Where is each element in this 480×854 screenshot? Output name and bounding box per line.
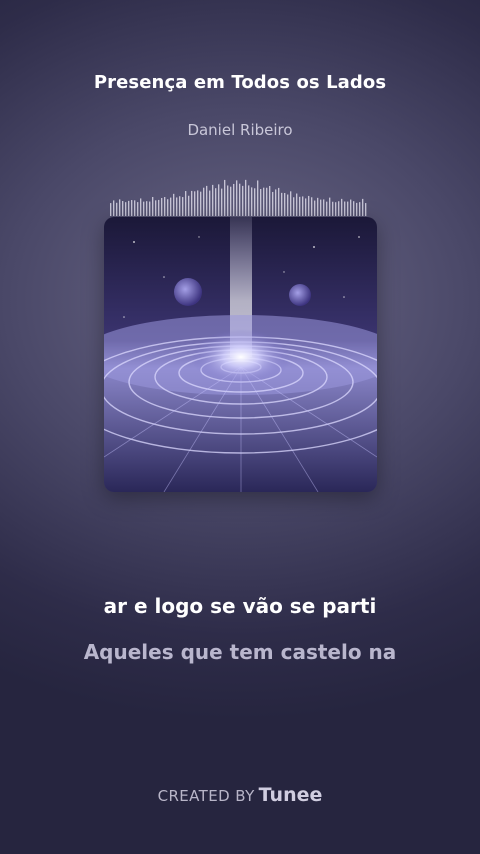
audio-waveform — [110, 179, 367, 216]
waveform-bar — [128, 200, 130, 216]
waveform-bar — [218, 184, 220, 216]
lyric-next-line: Aqueles que tem castelo na — [83, 640, 397, 664]
waveform-bar — [248, 185, 250, 216]
waveform-bar — [305, 198, 307, 216]
waveform-bar — [335, 202, 337, 216]
waveform-bar — [326, 201, 328, 216]
waveform-bar — [188, 195, 190, 216]
waveform-bar — [209, 190, 211, 216]
waveform-bar — [233, 183, 235, 216]
artist-name: Daniel Ribeiro — [187, 121, 293, 139]
waveform-bar — [302, 196, 304, 216]
waveform-bar — [317, 197, 319, 216]
waveform-bar — [194, 191, 196, 216]
waveform-bar — [260, 189, 262, 216]
waveform-bar — [176, 197, 178, 216]
waveform-bar — [131, 200, 133, 216]
waveform-bar — [119, 199, 121, 216]
waveform-bar — [137, 202, 139, 216]
waveform-bar — [311, 197, 313, 216]
waveform-bar — [134, 200, 136, 216]
waveform-bar — [197, 190, 199, 216]
waveform-bar — [143, 201, 145, 216]
waveform-bar — [359, 202, 361, 216]
waveform-bar — [110, 203, 112, 216]
waveform-bar — [146, 201, 148, 216]
waveform-bar — [152, 196, 154, 216]
waveform-bar — [158, 199, 160, 216]
waveform-bar — [245, 179, 247, 216]
waveform-bar — [290, 191, 292, 216]
waveform-bar — [203, 187, 205, 216]
waveform-bar — [332, 201, 334, 216]
waveform-bar — [113, 200, 115, 216]
waveform-bar — [272, 191, 274, 216]
waveform-bar — [170, 197, 172, 216]
waveform-bar — [155, 200, 157, 216]
waveform-bar — [230, 186, 232, 216]
waveform-bar — [149, 201, 151, 216]
waveform-bar — [320, 199, 322, 216]
waveform-bar — [284, 192, 286, 216]
waveform-bar — [356, 202, 358, 216]
waveform-bar — [266, 187, 268, 216]
waveform-bar — [200, 191, 202, 216]
waveform-bar — [299, 196, 301, 216]
waveform-bar — [125, 202, 127, 216]
song-title: Presença em Todos os Lados — [93, 72, 387, 93]
waveform-bar — [239, 183, 241, 216]
waveform-bar — [341, 198, 343, 216]
waveform-bar — [338, 201, 340, 216]
waveform-bar — [224, 179, 226, 216]
waveform-bar — [242, 185, 244, 216]
waveform-bar — [161, 198, 163, 216]
waveform-bar — [206, 185, 208, 216]
waveform-bar — [275, 189, 277, 216]
waveform-bar — [164, 197, 166, 216]
waveform-bar — [122, 201, 124, 216]
waveform-bar — [287, 194, 289, 216]
waveform-bar — [296, 193, 298, 216]
waveform-bar — [269, 186, 271, 216]
credit-prefix: CREATED BY — [157, 787, 255, 805]
brand-name: Tunee — [258, 784, 323, 806]
created-by-credit: CREATED BY Tunee — [0, 784, 480, 806]
waveform-bar — [308, 195, 310, 216]
waveform-bar — [278, 187, 280, 216]
waveform-bar — [314, 200, 316, 216]
waveform-bar — [167, 199, 169, 216]
waveform-bar — [263, 187, 265, 216]
waveform-bar — [221, 188, 223, 216]
album-cover — [104, 217, 377, 492]
waveform-bar — [251, 187, 253, 216]
waveform-bar — [323, 199, 325, 216]
waveform-bar — [353, 201, 355, 216]
waveform-bar — [140, 198, 142, 216]
waveform-bar — [344, 201, 346, 216]
waveform-bar — [362, 198, 364, 216]
waveform-bar — [185, 191, 187, 216]
waveform-bar — [281, 192, 283, 216]
waveform-bar — [254, 188, 256, 216]
waveform-bar — [212, 184, 214, 216]
waveform-bar — [350, 199, 352, 216]
waveform-bar — [116, 202, 118, 216]
waveform-bar — [191, 190, 193, 216]
waveform-bar — [182, 197, 184, 216]
waveform-bar — [365, 203, 367, 216]
waveform-bar — [236, 180, 238, 216]
waveform-bar — [257, 180, 259, 216]
waveform-bar — [329, 197, 331, 216]
waveform-bar — [215, 188, 217, 216]
waveform-bar — [173, 193, 175, 216]
waveform-bar — [293, 197, 295, 216]
lyric-current-line: ar e logo se vão se parti — [103, 594, 377, 618]
cover-artwork-icon — [104, 217, 377, 492]
waveform-bar — [227, 185, 229, 216]
waveform-bar — [179, 196, 181, 216]
waveform-bar — [347, 201, 349, 216]
